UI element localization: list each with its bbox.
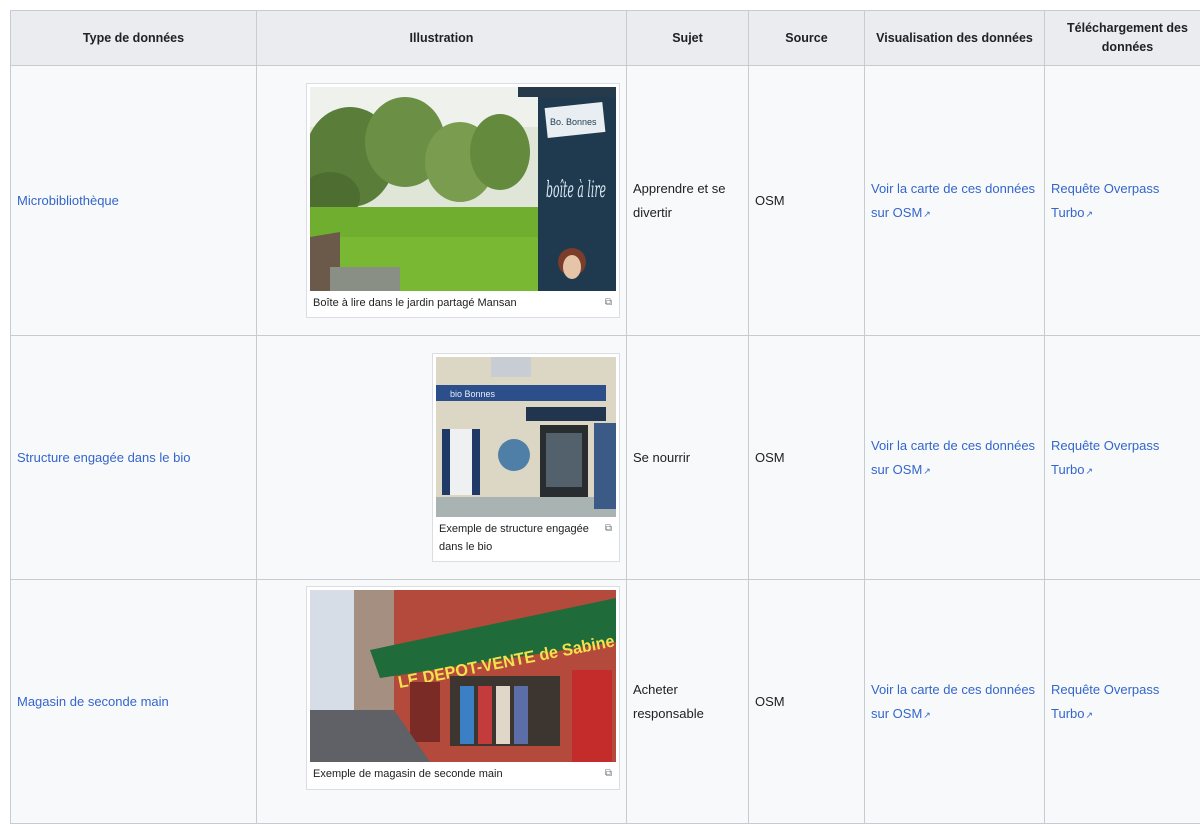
thumbnail: bio Bonnes Exemple (432, 353, 620, 562)
col-header-visualisation[interactable]: Visualisation des données (865, 11, 1045, 66)
overpass-link[interactable]: Requête Overpass Turbo↗ (1051, 682, 1159, 720)
visualisation-cell: Voir la carte de ces données sur OSM↗ (865, 336, 1045, 580)
type-link[interactable]: Structure engagée dans le bio (17, 450, 190, 465)
image-caption: Exemple de magasin de seconde main ⧉ (310, 762, 616, 786)
overpass-link-label: Requête Overpass Turbo (1051, 181, 1159, 219)
thumbnail: LE DEPOT-VENTE de Sabine Exemple (306, 586, 620, 790)
illustration-cell: bio Bonnes Exemple (257, 336, 627, 580)
enlarge-icon[interactable]: ⧉ (605, 295, 612, 311)
external-link-icon: ↗ (1085, 209, 1093, 219)
thumbnail: Bo. Bonnes boîte à lire Boîte à lire dan… (306, 83, 620, 319)
photo-structure-bio[interactable]: bio Bonnes (436, 357, 616, 517)
osm-map-link[interactable]: Voir la carte de ces données sur OSM↗ (871, 181, 1035, 219)
illustration-cell: Bo. Bonnes boîte à lire Boîte à lire dan… (257, 66, 627, 336)
svg-text:boîte à lire: boîte à lire (546, 178, 606, 203)
sujet-cell: Apprendre et se divertir (627, 66, 749, 336)
col-header-source[interactable]: Source (749, 11, 865, 66)
illustration-cell: LE DEPOT-VENTE de Sabine Exemple (257, 580, 627, 824)
overpass-link[interactable]: Requête Overpass Turbo↗ (1051, 438, 1159, 476)
type-cell: Magasin de seconde main (11, 580, 257, 824)
type-link[interactable]: Magasin de seconde main (17, 694, 169, 709)
col-header-sujet[interactable]: Sujet (627, 11, 749, 66)
osm-map-link[interactable]: Voir la carte de ces données sur OSM↗ (871, 438, 1035, 476)
table-row: Structure engagée dans le bio bio Bonnes (11, 336, 1200, 580)
osm-map-link-label: Voir la carte de ces données sur OSM (871, 181, 1035, 219)
photo-boite-a-lire[interactable]: Bo. Bonnes boîte à lire (310, 87, 616, 291)
source-cell: OSM (749, 580, 865, 824)
overpass-link-label: Requête Overpass Turbo (1051, 682, 1159, 720)
svg-text:Bo. Bonnes: Bo. Bonnes (550, 117, 597, 127)
data-table: Type de données Illustration Sujet Sourc… (10, 10, 1200, 824)
type-cell: Microbibliothèque (11, 66, 257, 336)
type-cell: Structure engagée dans le bio (11, 336, 257, 580)
osm-map-link-label: Voir la carte de ces données sur OSM (871, 682, 1035, 720)
source-cell: OSM (749, 336, 865, 580)
photo-magasin-seconde-main[interactable]: LE DEPOT-VENTE de Sabine (310, 590, 616, 762)
header-row: Type de données Illustration Sujet Sourc… (11, 11, 1200, 66)
external-link-icon: ↗ (923, 209, 931, 219)
col-header-illustration[interactable]: Illustration (257, 11, 627, 66)
overpass-link-label: Requête Overpass Turbo (1051, 438, 1159, 476)
image-caption: Boîte à lire dans le jardin partagé Mans… (310, 291, 616, 315)
external-link-icon: ↗ (1085, 466, 1093, 476)
caption-text: Exemple de magasin de seconde main (313, 768, 503, 780)
osm-map-link[interactable]: Voir la carte de ces données sur OSM↗ (871, 682, 1035, 720)
image-caption: Exemple de structure engagée dans le bio… (436, 517, 616, 558)
col-header-type[interactable]: Type de données (11, 11, 257, 66)
table-row: Magasin de seconde main LE DEPOT-VENTE d… (11, 580, 1200, 824)
telechargement-cell: Requête Overpass Turbo↗ (1045, 66, 1200, 336)
external-link-icon: ↗ (923, 466, 931, 476)
external-link-icon: ↗ (1085, 710, 1093, 720)
type-link[interactable]: Microbibliothèque (17, 193, 119, 208)
caption-text: Exemple de structure engagée dans le bio (439, 523, 589, 553)
osm-map-link-label: Voir la carte de ces données sur OSM (871, 438, 1035, 476)
svg-text:bio Bonnes: bio Bonnes (450, 389, 496, 399)
visualisation-cell: Voir la carte de ces données sur OSM↗ (865, 580, 1045, 824)
source-cell: OSM (749, 66, 865, 336)
enlarge-icon[interactable]: ⧉ (605, 521, 612, 537)
overpass-link[interactable]: Requête Overpass Turbo↗ (1051, 181, 1159, 219)
sujet-cell: Acheter responsable (627, 580, 749, 824)
telechargement-cell: Requête Overpass Turbo↗ (1045, 580, 1200, 824)
visualisation-cell: Voir la carte de ces données sur OSM↗ (865, 66, 1045, 336)
table-row: Microbibliothèque (11, 66, 1200, 336)
sujet-cell: Se nourrir (627, 336, 749, 580)
col-header-telechargement[interactable]: Téléchargement des données (1045, 11, 1200, 66)
telechargement-cell: Requête Overpass Turbo↗ (1045, 336, 1200, 580)
enlarge-icon[interactable]: ⧉ (605, 766, 612, 782)
caption-text: Boîte à lire dans le jardin partagé Mans… (313, 297, 517, 309)
external-link-icon: ↗ (923, 710, 931, 720)
